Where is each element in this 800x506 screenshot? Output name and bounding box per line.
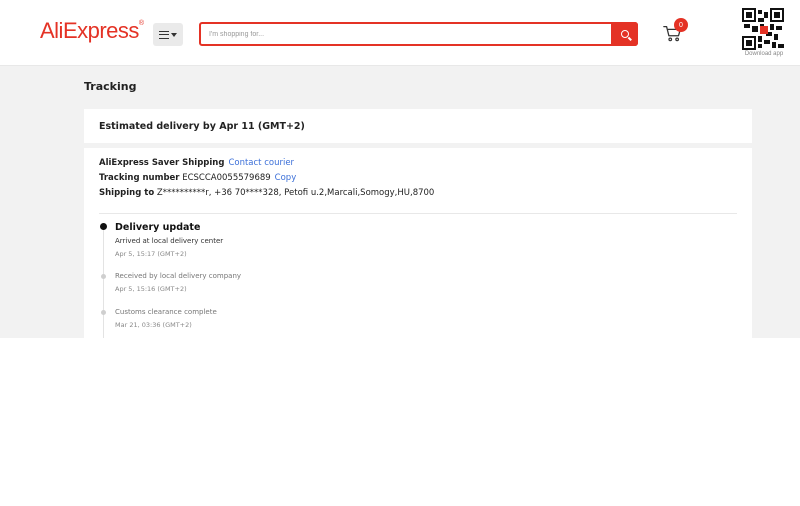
- top-header: AliExpress® 0 Download app: [0, 0, 800, 66]
- page-title: Tracking: [84, 80, 137, 93]
- carrier-row: AliExpress Saver Shipping Contact courier: [99, 158, 294, 168]
- timeline-event-time: Apr 5, 15:16 (GMT+2): [115, 285, 187, 293]
- shipping-to-label: Shipping to: [99, 188, 155, 198]
- tracking-page: Tracking Estimated delivery by Apr 11 (G…: [0, 66, 800, 338]
- aliexpress-logo[interactable]: AliExpress®: [40, 18, 144, 44]
- search-input[interactable]: [201, 24, 611, 44]
- tracking-number-row: Tracking number ECSCCA0055579689 Copy: [99, 173, 296, 183]
- estimated-delivery-card: Estimated delivery by Apr 11 (GMT+2): [84, 109, 752, 143]
- timeline-event-description: Arrived at local delivery center: [115, 237, 224, 245]
- timeline-event-time: Mar 21, 03:36 (GMT+2): [115, 321, 192, 329]
- contact-courier-link[interactable]: Contact courier: [228, 158, 294, 168]
- menu-icon: [159, 30, 169, 39]
- tracking-number-label: Tracking number: [99, 173, 180, 183]
- shipping-to-row: Shipping to Z**********r, +36 70****328,…: [99, 188, 434, 198]
- timeline-dot-active: [100, 223, 107, 230]
- download-app-caption[interactable]: Download app: [740, 51, 788, 57]
- timeline-event-title: Delivery update: [115, 222, 201, 233]
- timeline-event-description: Received by local delivery company: [115, 272, 242, 280]
- search-bar: [199, 22, 638, 46]
- qr-code-icon[interactable]: [742, 8, 784, 50]
- cart-count-badge: 0: [674, 18, 688, 32]
- divider: [99, 213, 737, 214]
- timeline-dot: [101, 310, 106, 315]
- shipment-info-card: AliExpress Saver Shipping Contact courier…: [84, 148, 752, 338]
- timeline-event-description: Customs clearance complete: [115, 308, 217, 316]
- estimated-delivery-text: Estimated delivery by Apr 11 (GMT+2): [99, 121, 305, 132]
- shipping-to-address: Z**********r, +36 70****328, Petofi u.2,…: [156, 188, 435, 198]
- search-icon: [620, 30, 629, 38]
- carrier-name: AliExpress Saver Shipping: [99, 158, 225, 168]
- search-button[interactable]: [611, 22, 638, 46]
- timeline-dot: [101, 274, 106, 279]
- tracking-number-value: ECSCCA0055579689: [182, 173, 271, 183]
- caret-down-icon: [171, 32, 177, 37]
- copy-tracking-link[interactable]: Copy: [275, 173, 297, 183]
- category-menu-button[interactable]: [153, 23, 183, 46]
- timeline-event-time: Apr 5, 15:17 (GMT+2): [115, 250, 187, 258]
- timeline-track: [103, 230, 104, 338]
